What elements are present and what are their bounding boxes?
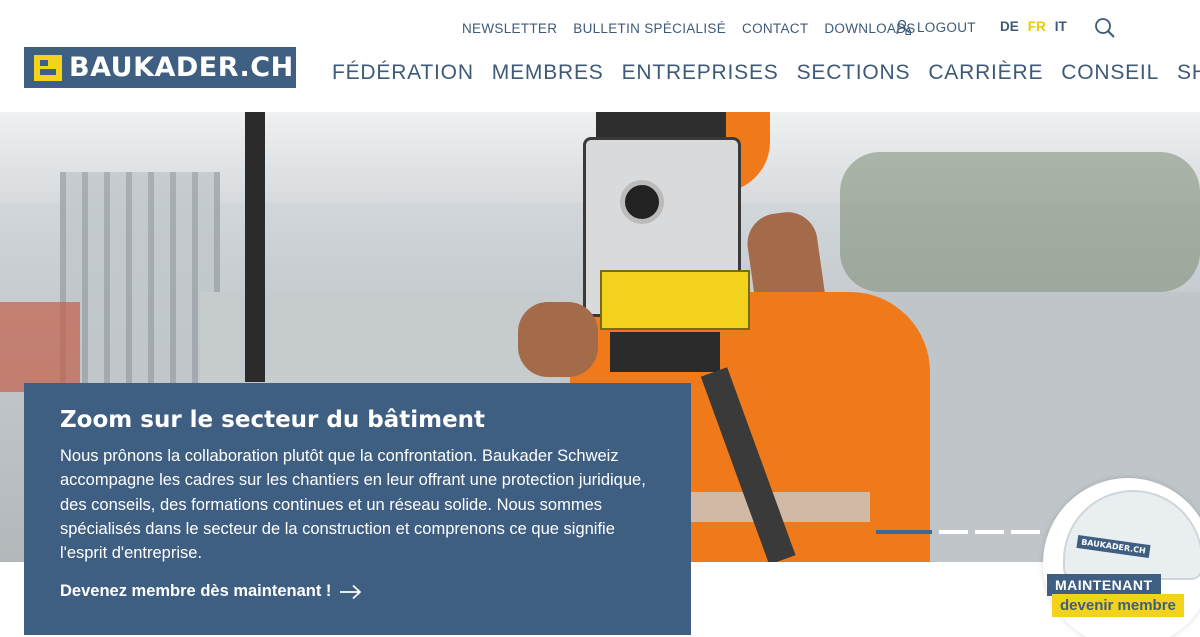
logo-text: BAUKADER.CH (69, 52, 294, 83)
slider-dot[interactable] (1011, 530, 1040, 534)
nav-entreprises[interactable]: ENTREPRISES (622, 61, 779, 85)
search-icon[interactable] (1094, 17, 1116, 39)
nav-shop[interactable]: SHOP (1177, 61, 1200, 85)
user-icon (896, 19, 911, 35)
slider-pagination (876, 530, 1047, 534)
lang-it[interactable]: IT (1055, 19, 1067, 34)
promo-body: Nous prônons la collaboration plutôt que… (60, 447, 646, 563)
logout-link[interactable]: LOGOUT (896, 19, 976, 35)
badge-line2: devenir membre (1052, 594, 1184, 617)
logo-mark-icon (34, 54, 62, 81)
nav-federation[interactable]: FÉDÉRATION (332, 61, 474, 85)
slider-dot[interactable] (939, 530, 968, 534)
hero-promo-panel: Zoom sur le secteur du bâtiment Nous prô… (24, 383, 691, 635)
site-logo[interactable]: BAUKADER.CH (24, 47, 296, 88)
topnav-bulletin[interactable]: BULLETIN SPÉCIALISÉ (573, 21, 726, 36)
become-member-badge[interactable]: BAUKADER.CH MAINTENANT devenir membre (1043, 478, 1200, 637)
site-header: BAUKADER.CH NEWSLETTER BULLETIN SPÉCIALI… (0, 0, 1200, 112)
top-utility-nav: NEWSLETTER BULLETIN SPÉCIALISÉ CONTACT D… (462, 19, 932, 37)
slider-dot[interactable] (876, 530, 932, 534)
arrow-right-icon (340, 584, 362, 599)
badge-line1: MAINTENANT (1047, 574, 1161, 596)
nav-membres[interactable]: MEMBRES (492, 61, 604, 85)
nav-conseil[interactable]: CONSEIL (1061, 61, 1159, 85)
topnav-newsletter[interactable]: NEWSLETTER (462, 21, 557, 36)
language-switcher: DE FR IT (1000, 19, 1076, 34)
nav-carriere[interactable]: CARRIÈRE (928, 61, 1043, 85)
logout-label: LOGOUT (917, 19, 976, 35)
cta-label: Devenez membre dès maintenant ! (60, 582, 332, 600)
topnav-contact[interactable]: CONTACT (742, 21, 808, 36)
nav-sections[interactable]: SECTIONS (797, 61, 911, 85)
lang-de[interactable]: DE (1000, 19, 1019, 34)
slider-dot[interactable] (975, 530, 1004, 534)
main-nav: FÉDÉRATION MEMBRES ENTREPRISES SECTIONS … (332, 61, 1200, 85)
become-member-link[interactable]: Devenez membre dès maintenant ! (60, 582, 363, 601)
promo-title: Zoom sur le secteur du bâtiment (60, 407, 486, 433)
lang-fr[interactable]: FR (1028, 19, 1046, 34)
